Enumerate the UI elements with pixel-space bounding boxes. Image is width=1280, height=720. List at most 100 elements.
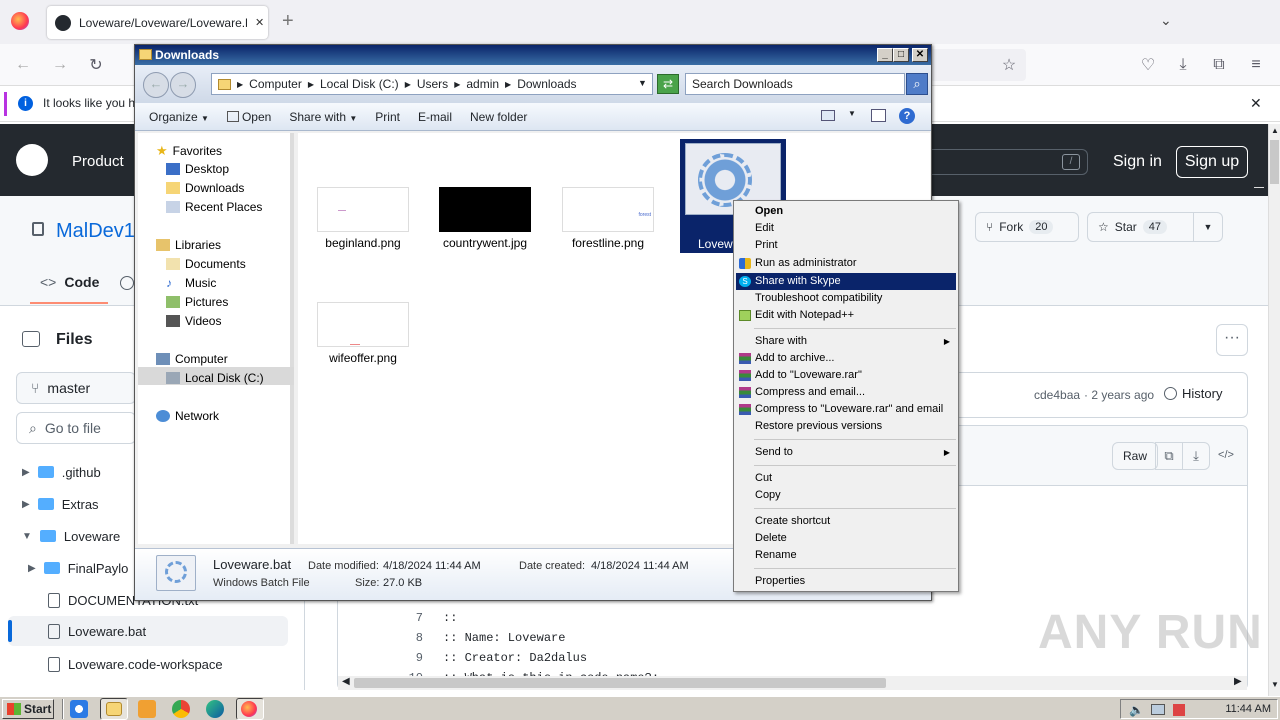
nav-desktop[interactable]: Desktop (166, 162, 229, 176)
menu-item-properties[interactable]: Properties (736, 573, 956, 590)
chrome-icon[interactable] (172, 700, 190, 718)
star-button[interactable]: ☆ Star 47 (1087, 212, 1194, 242)
menu-item-compress-email[interactable]: Compress and email... (736, 384, 956, 401)
copy-icon[interactable]: ⧉ (1155, 442, 1183, 470)
forward-button[interactable]: → (170, 72, 196, 98)
scroll-left-icon[interactable]: ◀ (342, 676, 350, 687)
product-menu[interactable]: Product (72, 153, 124, 170)
menu-item-restore[interactable]: Restore previous versions (736, 418, 956, 435)
nav-downloads[interactable]: Downloads (166, 181, 244, 195)
menu-item-create-shortcut[interactable]: Create shortcut (736, 513, 956, 530)
new-tab-button[interactable]: + (282, 10, 294, 33)
open-button[interactable]: Open (226, 110, 271, 124)
menu-item-compress-rar-email[interactable]: Compress to "Loveware.rar" and email (736, 401, 956, 418)
back-button[interactable]: ← (143, 72, 169, 98)
firefox-logo-icon[interactable] (11, 12, 29, 30)
maximize-button[interactable]: □ (893, 48, 909, 62)
breadcrumb-computer[interactable]: Computer (249, 77, 302, 91)
list-all-tabs-icon[interactable]: ⌄ (1160, 12, 1172, 29)
sign-up-button[interactable]: Sign up (1176, 146, 1248, 178)
address-dropdown-icon[interactable]: ▼ (638, 78, 647, 88)
menu-item-add-archive[interactable]: Add to archive... (736, 350, 956, 367)
extensions-icon[interactable]: ⧉ (1208, 54, 1230, 76)
tree-item-workspace[interactable]: Loveware.code-workspace (48, 650, 223, 678)
go-to-file-input[interactable]: ⌕ Go to file (16, 412, 136, 444)
downloads-icon[interactable]: ⤓ (1172, 54, 1194, 76)
close-notification-icon[interactable]: ✕ (1250, 95, 1262, 112)
tree-item-loveware-bat[interactable]: Loveware.bat (48, 617, 146, 645)
close-button[interactable]: ✕ (912, 48, 928, 62)
search-input[interactable]: Search Downloads (685, 73, 905, 95)
menu-item-edit[interactable]: Edit (736, 220, 956, 237)
sign-in-link[interactable]: Sign in (1113, 153, 1162, 171)
browser-tab[interactable]: Loveware/Loveware/Loveware.bat ✕ (47, 6, 268, 39)
menu-item-share-skype[interactable]: S Share with Skype (736, 273, 956, 290)
preview-pane-icon[interactable] (871, 109, 886, 122)
menu-item-delete[interactable]: Delete (736, 530, 956, 547)
page-scrollbar[interactable]: ▲ ▼ (1268, 124, 1280, 696)
explorer-titlebar[interactable]: Downloads _ □ ✕ (135, 45, 931, 65)
branch-selector[interactable]: ⑂ master (16, 372, 136, 404)
commit-hash[interactable]: cde4baa (1034, 388, 1080, 402)
scrollbar-thumb[interactable] (1270, 140, 1279, 184)
flag-icon[interactable] (1173, 704, 1185, 716)
scroll-up-icon[interactable]: ▲ (1271, 126, 1279, 135)
menu-item-cut[interactable]: Cut (736, 470, 956, 487)
search-icon[interactable]: ⌕ (906, 73, 928, 95)
file-item[interactable]: countrywent.jpg (425, 187, 545, 250)
network-tray-icon[interactable] (1151, 704, 1165, 715)
file-item[interactable]: forest forestline.png (548, 187, 668, 250)
sidebar-toggle-icon[interactable] (22, 331, 40, 347)
tree-item-loveware[interactable]: ▼ Loveware (22, 522, 120, 550)
nav-computer[interactable]: Computer (156, 352, 228, 366)
raw-button[interactable]: Raw (1112, 442, 1159, 470)
breadcrumb-admin[interactable]: admin (466, 77, 499, 91)
horizontal-scrollbar[interactable]: ◀ ▶ (338, 676, 1247, 690)
tree-item-extras[interactable]: ▶ Extras (22, 490, 99, 518)
menu-icon[interactable]: ≡ (1245, 54, 1267, 76)
symbols-icon[interactable]: </> (1216, 442, 1236, 470)
email-button[interactable]: E-mail (418, 110, 452, 124)
scroll-down-icon[interactable]: ▼ (1271, 680, 1279, 689)
file-item[interactable]: beginland.png (303, 187, 423, 250)
scrollbar-thumb[interactable] (354, 678, 886, 688)
nav-recent[interactable]: Recent Places (166, 200, 262, 214)
menu-item-add-rar[interactable]: Add to "Loveware.rar" (736, 367, 956, 384)
ie-icon[interactable] (70, 700, 88, 718)
issues-icon[interactable] (120, 276, 134, 290)
nav-network[interactable]: Network (156, 409, 219, 423)
new-folder-button[interactable]: New folder (470, 110, 527, 124)
star-dropdown-button[interactable]: ▼ (1193, 212, 1223, 242)
nav-local-disk[interactable]: Local Disk (C:) (166, 371, 264, 385)
start-button[interactable]: Start (2, 699, 54, 719)
nav-music[interactable]: ♪ Music (166, 276, 216, 290)
nav-libraries[interactable]: Libraries (156, 238, 221, 252)
file-item[interactable]: wifeoffer.png (303, 302, 423, 365)
views-dropdown-icon[interactable]: ▼ (848, 109, 856, 118)
help-icon[interactable]: ? (899, 108, 915, 124)
code-tab[interactable]: <> Code (40, 274, 99, 290)
nav-videos[interactable]: Videos (166, 314, 221, 328)
repo-name-link[interactable]: MalDev1 (56, 220, 135, 243)
menu-item-open[interactable]: Open (736, 203, 956, 220)
menu-item-copy[interactable]: Copy (736, 487, 956, 504)
fork-button[interactable]: ⑂ Fork 20 (975, 212, 1079, 242)
share-with-button[interactable]: Share with ▼ (289, 110, 357, 124)
nav-favorites[interactable]: ★ Favorites (156, 143, 222, 159)
organize-button[interactable]: Organize ▼ (149, 110, 209, 124)
menu-item-send-to[interactable]: Send to ▶ (736, 444, 956, 461)
forward-icon[interactable]: → (49, 54, 71, 76)
history-button[interactable]: History (1164, 386, 1222, 401)
refresh-icon[interactable]: ⇄ (657, 74, 679, 94)
media-player-icon[interactable] (138, 700, 156, 718)
reload-icon[interactable]: ↻ (85, 54, 107, 76)
volume-icon[interactable]: 🔈 (1129, 703, 1144, 717)
breadcrumb-users[interactable]: Users (417, 77, 448, 91)
print-button[interactable]: Print (375, 110, 400, 124)
views-icon[interactable] (821, 110, 835, 121)
github-logo-icon[interactable] (16, 144, 48, 176)
menu-item-rename[interactable]: Rename (736, 547, 956, 564)
scroll-right-icon[interactable]: ▶ (1234, 676, 1242, 687)
address-bar[interactable]: ▶ Computer ▶ Local Disk (C:) ▶ Users ▶ a… (211, 73, 653, 95)
nav-documents[interactable]: Documents (166, 257, 246, 271)
